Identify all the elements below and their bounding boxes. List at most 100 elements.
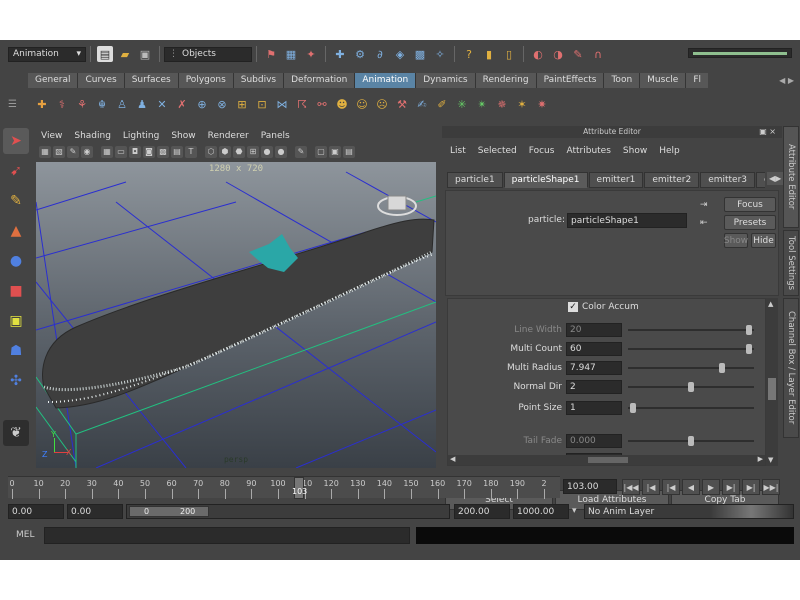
attr-slider-knob[interactable] (745, 344, 752, 354)
sculpt-icon[interactable]: ☹ (374, 96, 390, 112)
horizontal-scroll-thumb[interactable] (588, 457, 628, 463)
ik-handle-icon[interactable]: ⚕ (54, 96, 70, 112)
shelf-tab-fluids[interactable]: Fl (686, 72, 708, 88)
tab-scroll-arrows[interactable]: ◀▶ (767, 172, 784, 185)
selection-mask-dropdown[interactable]: ⋮ Objects (164, 46, 252, 62)
command-language-label[interactable]: MEL (16, 530, 34, 540)
menu-selected[interactable]: Selected (478, 146, 517, 156)
show-button[interactable]: Show (724, 233, 748, 248)
menu-list[interactable]: List (450, 146, 466, 156)
smooth-shade-icon[interactable]: ⬢ (219, 146, 231, 158)
output-ops-icon[interactable]: ▯ (501, 46, 517, 62)
menu-panels[interactable]: Panels (261, 131, 290, 141)
step-back-button[interactable]: |◀ (642, 479, 660, 495)
select-hierarchy-icon[interactable]: ⚑ (263, 46, 279, 62)
snap-live-icon[interactable]: ▩ (412, 46, 428, 62)
cluster-icon[interactable]: ☈ (294, 96, 310, 112)
universal-manipulator-icon[interactable]: ▣ (3, 308, 29, 334)
wireframe-on-shaded-icon[interactable]: ⬣ (233, 146, 245, 158)
time-slider[interactable]: 0 10 20 30 40 50 60 70 80 90 100 110 120 130 140 150 160… (8, 476, 560, 499)
scroll-right-icon[interactable]: ▶ (758, 455, 763, 463)
ik-spline-icon[interactable]: ⚘ (74, 96, 90, 112)
render-settings-icon[interactable]: ✎ (570, 46, 586, 62)
motion-path-icon[interactable]: ✴ (474, 96, 490, 112)
resolution-gate-icon[interactable]: ◘ (129, 146, 141, 158)
attr-slider-knob[interactable] (688, 382, 694, 392)
camera-select-icon[interactable]: ▦ (39, 146, 51, 158)
paint-weights-icon[interactable]: ✍ (414, 96, 430, 112)
snap-plane-icon[interactable]: ◈ (392, 46, 408, 62)
attributes-scroll-area[interactable]: ✓ Color Accum Line Width 20 Multi Count 60 M… (447, 298, 766, 466)
anim-layer-dropdown-arrow[interactable]: ▾ (572, 506, 577, 516)
hypershade-icon[interactable]: ∩ (590, 46, 606, 62)
set-key-icon[interactable]: ✚ (34, 96, 50, 112)
play-forwards-button[interactable]: ▶ (702, 479, 720, 495)
scroll-left-icon[interactable]: ◀ (450, 455, 455, 463)
image-plane-icon[interactable]: ◉ (81, 146, 93, 158)
play-backwards-button[interactable]: ◀ (682, 479, 700, 495)
float-panel-icon[interactable]: ▣ × (759, 127, 776, 136)
film-gate-icon[interactable]: ▭ (115, 146, 127, 158)
current-frame-field[interactable]: 103.00 (563, 479, 617, 494)
safe-action-icon[interactable]: ▤ (171, 146, 183, 158)
locator-icon[interactable]: ✳ (454, 96, 470, 112)
menu-set-dropdown[interactable]: Animation ▾ (8, 46, 86, 62)
attr-value-field[interactable]: 60 (566, 342, 622, 356)
paint-select-icon[interactable]: ✎ (3, 188, 29, 214)
menu-focus[interactable]: Focus (529, 146, 555, 156)
input-ops-icon[interactable]: ▮ (481, 46, 497, 62)
xray-icon[interactable]: ▢ (315, 146, 327, 158)
shelf-tab-animation[interactable]: Animation (355, 72, 417, 88)
side-tab-attribute-editor[interactable]: Attribute Editor (783, 126, 799, 228)
playblast-icon[interactable]: ✷ (534, 96, 550, 112)
wrap-icon[interactable]: ☺ (354, 96, 370, 112)
menu-attributes[interactable]: Attributes (566, 146, 610, 156)
attr-slider[interactable] (628, 323, 754, 337)
menu-help[interactable]: Help (659, 146, 680, 156)
soft-mod-icon[interactable]: ☗ (3, 338, 29, 364)
field-chart-icon[interactable]: ▩ (157, 146, 169, 158)
tab-emitter2[interactable]: emitter2 (644, 172, 700, 188)
input-connections-icon[interactable]: ⇥ (700, 200, 708, 210)
tab-particle1[interactable]: particle1 (447, 172, 503, 188)
motion-trail-icon[interactable]: ✵ (494, 96, 510, 112)
shelf-scroll-arrows[interactable]: ◀ ▶ (779, 76, 794, 85)
isolate-select-icon[interactable]: ✎ (295, 146, 307, 158)
full-body-ik-icon[interactable]: ♟ (134, 96, 150, 112)
shelf-tab-toon[interactable]: Toon (604, 72, 641, 88)
step-forward-button[interactable]: ▶| (742, 479, 760, 495)
scroll-up-icon[interactable]: ▲ (768, 300, 773, 308)
shelf-tab-subdivs[interactable]: Subdivs (233, 72, 285, 88)
bind-skin-icon[interactable]: ✗ (174, 96, 190, 112)
lattice-icon[interactable]: ⚯ (314, 96, 330, 112)
shelf-tab-rendering[interactable]: Rendering (475, 72, 537, 88)
paint-brush-icon[interactable]: ✐ (434, 96, 450, 112)
range-slider[interactable]: 0 200 (126, 504, 450, 519)
shelf-tab-surfaces[interactable]: Surfaces (124, 72, 179, 88)
tab-emitter-more[interactable]: em (756, 172, 765, 188)
lasso-tool-icon[interactable]: ➹ (3, 158, 29, 184)
ghost-icon[interactable]: ✶ (514, 96, 530, 112)
tab-particleshape1[interactable]: particleShape1 (503, 172, 588, 188)
output-connections-icon[interactable]: ⇤ (700, 218, 708, 228)
playback-end-field[interactable]: 200.00 (454, 504, 510, 519)
viewport-settings-icon[interactable]: ▤ (343, 146, 355, 158)
pole-vector-icon[interactable]: ⋈ (274, 96, 290, 112)
shadows-icon[interactable]: ● (275, 146, 287, 158)
last-tool-icon[interactable]: ❦ (3, 420, 29, 446)
attr-slider[interactable] (628, 401, 754, 415)
step-back-key-button[interactable]: |◀ (662, 479, 680, 495)
attr-slider-knob[interactable] (745, 325, 752, 335)
vertical-scroll-thumb[interactable] (768, 378, 776, 400)
end-time-field[interactable]: 1000.00 (513, 504, 569, 519)
step-forward-key-button[interactable]: ▶| (722, 479, 740, 495)
history-icon[interactable]: ? (461, 46, 477, 62)
perspective-view[interactable]: 1280 x 720 persp Z X Y (36, 162, 436, 468)
vertical-scrollbar[interactable]: ▲ ▼ (766, 298, 778, 466)
menu-show[interactable]: Show (171, 131, 195, 141)
attr-slider-knob[interactable] (688, 436, 694, 446)
select-tool-icon[interactable]: ➤ (3, 128, 29, 154)
shelf-tab-curves[interactable]: Curves (78, 72, 125, 88)
shelf-tab-deformation[interactable]: Deformation (284, 72, 356, 88)
point-constraint-icon[interactable]: ⊕ (194, 96, 210, 112)
